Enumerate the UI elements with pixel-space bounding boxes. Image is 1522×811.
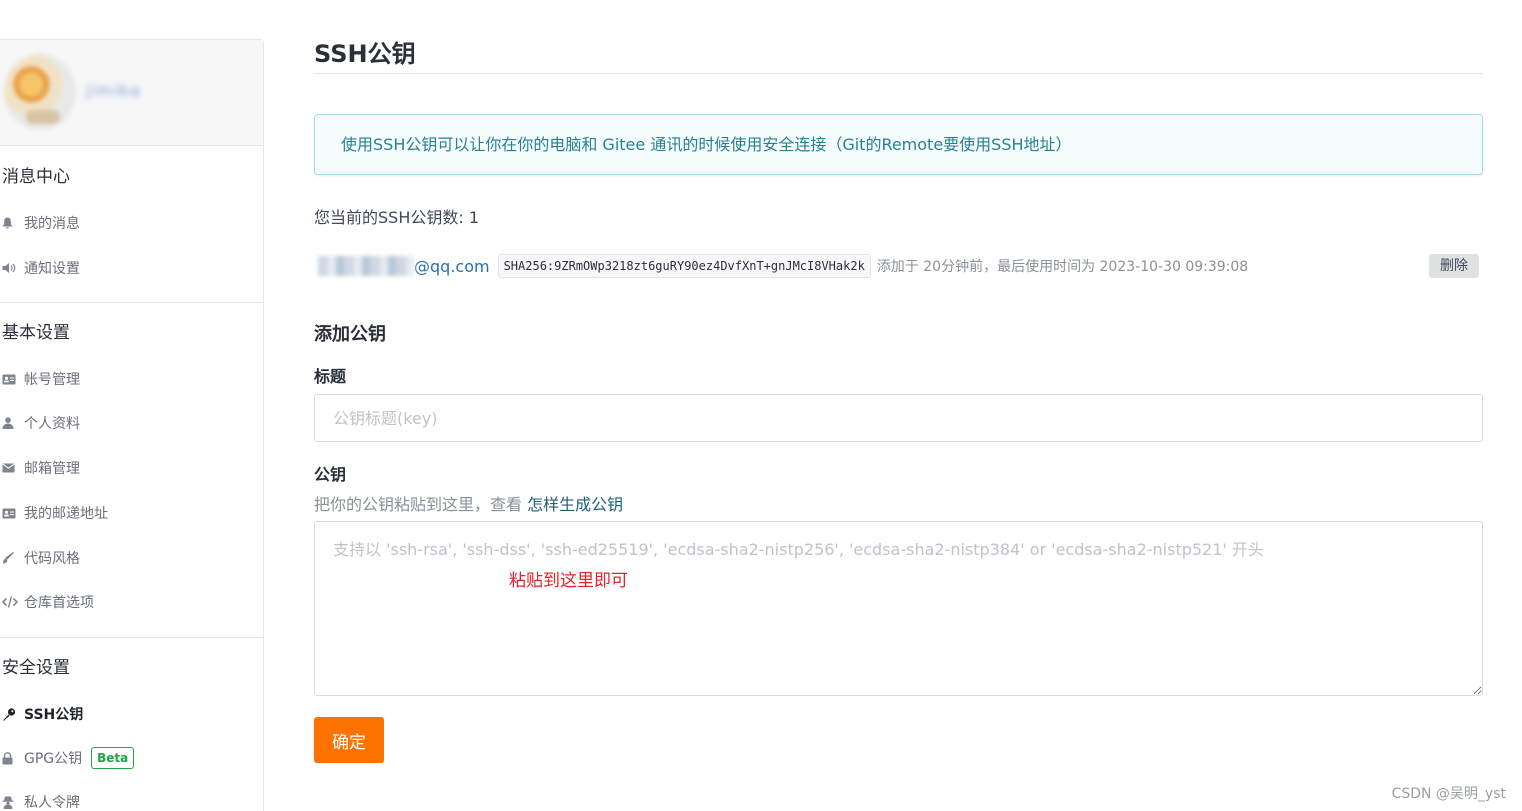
lock-icon bbox=[2, 751, 20, 765]
sidebar-item-notification-settings[interactable]: 通知设置 bbox=[0, 258, 263, 278]
sidebar-item-repo-preferences[interactable]: 仓库首选项 bbox=[0, 592, 263, 612]
public-key-textarea[interactable] bbox=[314, 521, 1483, 696]
section-title-basic: 基本设置 bbox=[2, 323, 70, 343]
sidebar-item-label: GPG公钥 bbox=[24, 751, 83, 767]
sidebar-item-label: 代码风格 bbox=[24, 551, 80, 567]
sidebar-item-my-messages[interactable]: 我的消息 bbox=[0, 213, 263, 233]
ssh-key-row: @qq.com SHA256:9ZRmOWp3218zt6guRY90ez4Dv… bbox=[314, 253, 1483, 279]
settings-sidebar: jimiba 消息中心 我的消息 通知设置 基本设置 帐号管理 个人资料 邮箱管… bbox=[0, 39, 264, 811]
envelope-icon bbox=[2, 461, 20, 475]
section-title-security: 安全设置 bbox=[2, 658, 70, 678]
sidebar-item-label: 个人资料 bbox=[24, 416, 80, 432]
title-label: 标题 bbox=[314, 367, 347, 386]
how-to-generate-link[interactable]: 怎样生成公钥 bbox=[527, 495, 623, 514]
sidebar-item-account[interactable]: 帐号管理 bbox=[0, 369, 263, 389]
beta-badge: Beta bbox=[91, 747, 135, 769]
sidebar-item-ssh-keys[interactable]: SSH公钥 bbox=[0, 704, 263, 724]
watermark: CSDN @吴明_yst bbox=[1391, 786, 1506, 802]
sidebar-item-label: 邮箱管理 bbox=[24, 461, 80, 477]
key-hint-text: 把你的公钥粘贴到这里，查看 bbox=[314, 495, 528, 514]
key-title-input[interactable] bbox=[314, 394, 1483, 442]
address-card-icon bbox=[2, 506, 20, 520]
user-icon bbox=[2, 416, 20, 430]
confirm-button[interactable]: 确定 bbox=[314, 717, 384, 763]
sidebar-item-code-style[interactable]: 代码风格 bbox=[0, 548, 263, 568]
title-divider bbox=[314, 73, 1483, 74]
key-hint: 把你的公钥粘贴到这里，查看 怎样生成公钥 bbox=[314, 494, 623, 516]
sidebar-item-email[interactable]: 邮箱管理 bbox=[0, 458, 263, 478]
sidebar-item-label: 仓库首选项 bbox=[24, 595, 94, 611]
paste-here-annotation: 粘贴到这里即可 bbox=[509, 571, 628, 591]
key-email: @qq.com bbox=[414, 256, 490, 276]
sidebar-item-label: SSH公钥 bbox=[24, 707, 84, 723]
id-card-icon bbox=[2, 372, 20, 386]
key-count-text: 您当前的SSH公钥数: 1 bbox=[314, 208, 480, 227]
sidebar-item-label: 私人令牌 bbox=[24, 795, 80, 811]
section-title-messages: 消息中心 bbox=[2, 167, 70, 187]
email-redacted bbox=[318, 256, 414, 276]
key-fingerprint: SHA256:9ZRmOWp3218zt6guRY90ez4DvfXnT+gnJ… bbox=[497, 254, 871, 278]
sidebar-item-gpg-keys[interactable]: GPG公钥 Beta bbox=[0, 747, 263, 769]
delete-key-button[interactable]: 删除 bbox=[1429, 254, 1479, 278]
sidebar-item-label: 通知设置 bbox=[24, 261, 80, 277]
info-banner: 使用SSH公钥可以让你在你的电脑和 Gitee 通讯的时候使用安全连接（Git的… bbox=[314, 114, 1483, 175]
sidebar-item-label: 我的消息 bbox=[24, 216, 80, 232]
brush-icon bbox=[2, 551, 20, 565]
profile-card[interactable]: jimiba bbox=[0, 40, 263, 146]
avatar[interactable] bbox=[4, 54, 76, 130]
add-key-heading: 添加公钥 bbox=[314, 324, 386, 345]
sidebar-item-private-tokens[interactable]: 私人令牌 bbox=[0, 792, 263, 811]
public-key-label: 公钥 bbox=[314, 465, 347, 484]
page-title: SSH公钥 bbox=[314, 40, 416, 68]
bell-icon bbox=[2, 216, 20, 230]
key-icon bbox=[2, 707, 20, 721]
code-icon bbox=[2, 595, 20, 609]
sidebar-item-label: 我的邮递地址 bbox=[24, 506, 108, 522]
sidebar-item-label: 帐号管理 bbox=[24, 372, 80, 388]
key-meta: 添加于 20分钟前，最后使用时间为 2023-10-30 09:39:08 bbox=[876, 259, 1249, 275]
speaker-icon bbox=[2, 261, 20, 275]
sidebar-item-mailing-address[interactable]: 我的邮递地址 bbox=[0, 503, 263, 523]
sidebar-item-profile[interactable]: 个人资料 bbox=[0, 413, 263, 433]
secret-icon bbox=[2, 795, 20, 809]
profile-name[interactable]: jimiba bbox=[86, 80, 141, 102]
